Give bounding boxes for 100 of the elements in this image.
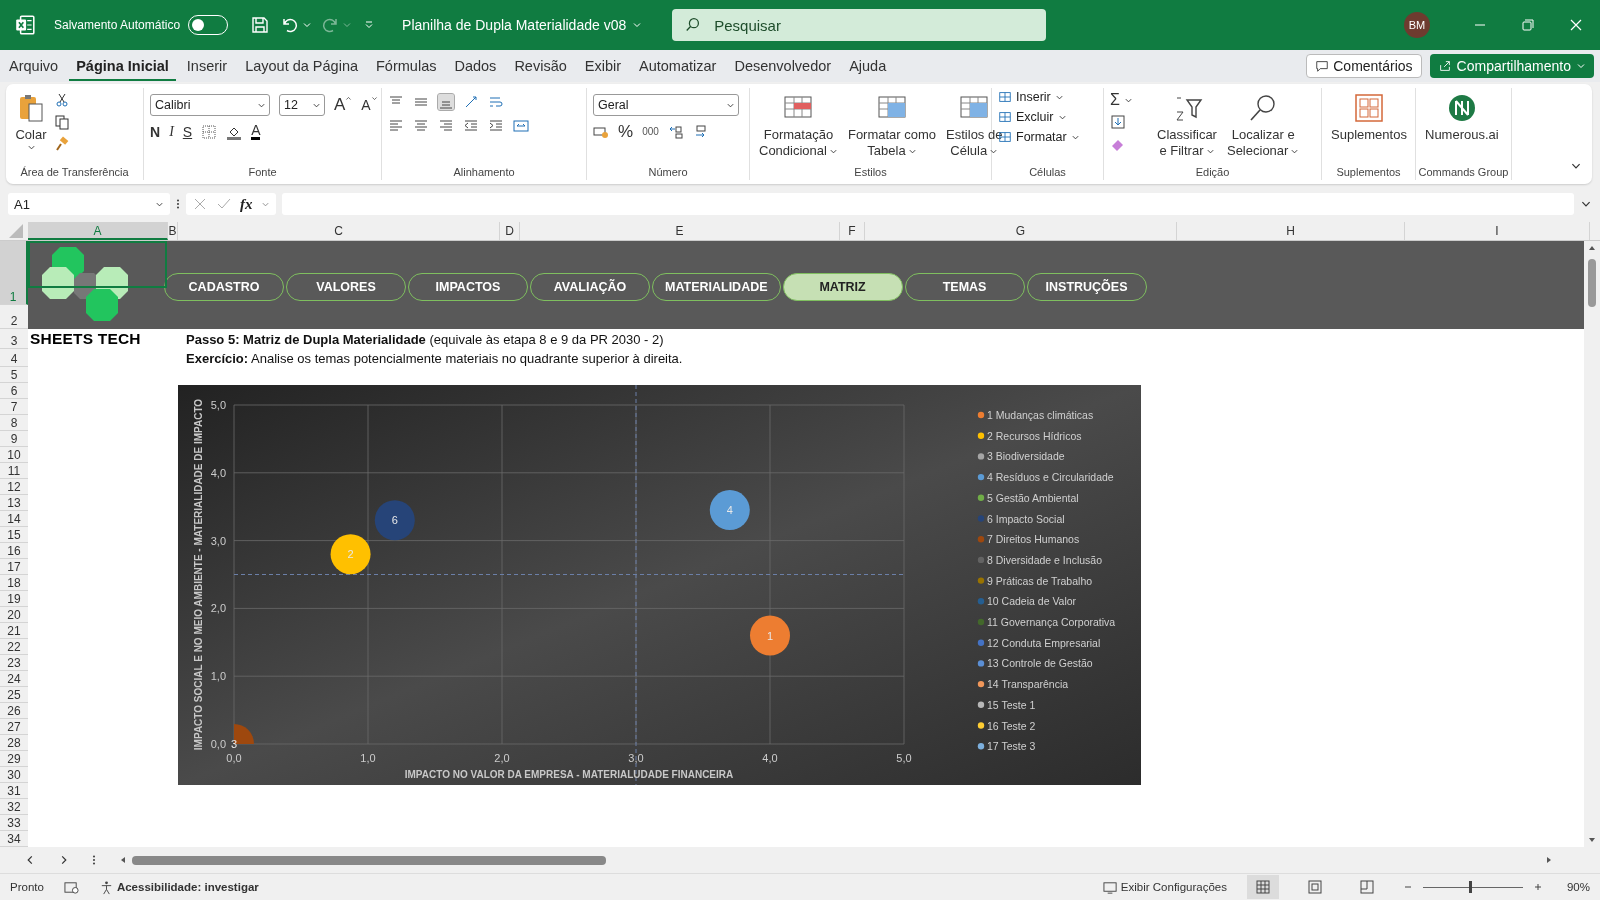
row-header[interactable]: 32 <box>0 799 28 815</box>
scroll-thumb[interactable] <box>1588 259 1596 307</box>
currency-format-icon[interactable] <box>593 124 609 140</box>
comments-button[interactable]: Comentários <box>1306 54 1422 78</box>
comma-style-button[interactable]: 000 <box>642 124 659 140</box>
ribbon-tab[interactable]: Arquivo <box>2 51 66 81</box>
column-header[interactable]: I <box>1405 222 1590 240</box>
column-header[interactable]: D <box>500 222 520 240</box>
row-header[interactable]: 7 <box>0 399 28 415</box>
row-header[interactable]: 25 <box>0 687 28 703</box>
row-header[interactable]: 14 <box>0 511 28 527</box>
row-header[interactable]: 23 <box>0 655 28 671</box>
caret-icon[interactable] <box>302 20 313 30</box>
row-header[interactable]: 13 <box>0 495 28 511</box>
ribbon-tab[interactable]: Inserir <box>179 51 235 81</box>
styles-button[interactable]: Formatar como Tabela <box>844 90 940 162</box>
search-field[interactable]: Pesquisar <box>672 9 1047 41</box>
borders-icon[interactable] <box>201 124 218 140</box>
customize-toolbar-icon[interactable] <box>364 20 375 30</box>
zoom-in-icon[interactable] <box>1532 882 1543 892</box>
row-header[interactable]: 21 <box>0 623 28 639</box>
scroll-thumb[interactable] <box>132 855 606 865</box>
row-header[interactable]: 12 <box>0 479 28 495</box>
more-sheets-icon[interactable] <box>92 853 96 867</box>
row-header[interactable]: 26 <box>0 703 28 719</box>
align-right-icon[interactable] <box>438 118 454 134</box>
normal-view-icon[interactable] <box>1246 875 1279 899</box>
increase-indent-icon[interactable] <box>488 118 504 134</box>
fill-down-icon[interactable] <box>1110 114 1126 130</box>
font-name-dropdown[interactable]: Calibri <box>150 94 270 116</box>
cells-button[interactable]: Excluir <box>998 110 1067 124</box>
spreadsheet-logo-icon[interactable] <box>14 14 36 36</box>
ribbon-tab[interactable]: Ajuda <box>842 51 894 81</box>
find-select-button[interactable]: Localizar e Selecionar <box>1223 90 1303 162</box>
styles-button[interactable]: Formatação Condicional <box>756 90 841 162</box>
row-header[interactable]: 17 <box>0 559 28 575</box>
increase-decimal-icon[interactable] <box>667 124 684 140</box>
row-header[interactable]: 29 <box>0 751 28 767</box>
row-header[interactable]: 28 <box>0 735 28 751</box>
italic-button[interactable]: I <box>169 124 174 140</box>
font-color-button[interactable]: A <box>251 124 261 140</box>
display-settings-button[interactable]: Exibir Configurações <box>1102 879 1227 895</box>
decrease-indent-icon[interactable] <box>463 118 479 134</box>
ribbon-tab[interactable]: Automatizar <box>632 51 724 81</box>
accessibility-button[interactable]: Acessibilidade: investigar <box>98 879 259 895</box>
row-header[interactable]: 22 <box>0 639 28 655</box>
row-header[interactable]: 11 <box>0 463 28 479</box>
row-header[interactable]: 16 <box>0 543 28 559</box>
save-icon[interactable] <box>250 15 271 35</box>
add-ins-button[interactable]: Suplementos <box>1328 90 1410 146</box>
user-avatar[interactable]: BM <box>1404 12 1430 38</box>
share-button[interactable]: Compartilhamento <box>1429 54 1594 78</box>
column-header[interactable]: E <box>520 222 840 240</box>
wrap-text-icon[interactable] <box>488 94 504 110</box>
zoom-level[interactable]: 90% <box>1566 881 1590 893</box>
orientation-icon[interactable] <box>463 94 479 110</box>
column-header[interactable]: G <box>865 222 1177 240</box>
insert-function-button[interactable]: fx <box>240 195 253 213</box>
bold-button[interactable]: N <box>150 124 161 140</box>
copy-icon[interactable] <box>54 114 70 130</box>
cancel-icon[interactable] <box>192 196 208 212</box>
ribbon-tab[interactable]: Página Inicial <box>69 51 176 81</box>
row-header[interactable]: 10 <box>0 447 28 463</box>
row-header[interactable]: 31 <box>0 783 28 799</box>
row-header[interactable]: 30 <box>0 767 28 783</box>
underline-button[interactable]: S <box>182 124 193 140</box>
autosum-button[interactable]: Σ <box>1110 92 1133 108</box>
row-header[interactable]: 8 <box>0 415 28 431</box>
column-header[interactable]: F <box>840 222 865 240</box>
ribbon-tab[interactable]: Revisão <box>507 51 574 81</box>
percent-style-button[interactable]: % <box>618 124 634 140</box>
row-header[interactable]: 33 <box>0 815 28 831</box>
row-header[interactable]: 19 <box>0 591 28 607</box>
column-header[interactable]: A <box>28 222 168 240</box>
row-header[interactable]: 24 <box>0 671 28 687</box>
ribbon-tab[interactable]: Dados <box>447 51 504 81</box>
font-size-dropdown[interactable]: 12 <box>279 94 325 116</box>
merge-cells-icon[interactable] <box>513 118 529 134</box>
vertical-scrollbar[interactable] <box>1584 241 1600 847</box>
format-painter-icon[interactable] <box>54 136 70 152</box>
cells-button[interactable]: Inserir <box>998 90 1064 104</box>
macro-recording-icon[interactable] <box>63 879 79 895</box>
row-header[interactable]: 18 <box>0 575 28 591</box>
row-header[interactable]: 4 <box>0 349 28 367</box>
ribbon-tab[interactable]: Desenvolvedor <box>727 51 839 81</box>
document-title[interactable]: Planilha de Dupla Materialidade v08 <box>402 17 627 33</box>
column-header[interactable]: H <box>1177 222 1405 240</box>
row-header[interactable]: 3 <box>0 329 28 349</box>
column-header[interactable]: C <box>178 222 500 240</box>
paste-button[interactable]: Colar <box>12 90 50 155</box>
number-format-dropdown[interactable]: Geral <box>593 94 739 116</box>
caret-icon[interactable] <box>632 20 643 30</box>
row-header[interactable]: 6 <box>0 383 28 399</box>
align-bottom-icon[interactable] <box>438 94 454 110</box>
ribbon-tab[interactable]: Exibir <box>577 51 629 81</box>
numerous-addin-button[interactable]: Numerous.ai <box>1422 90 1502 146</box>
more-options-icon[interactable] <box>176 197 180 211</box>
align-left-icon[interactable] <box>388 118 404 134</box>
sheet-nav-button[interactable]: MATRIZ <box>782 273 903 301</box>
row-header[interactable]: 9 <box>0 431 28 447</box>
